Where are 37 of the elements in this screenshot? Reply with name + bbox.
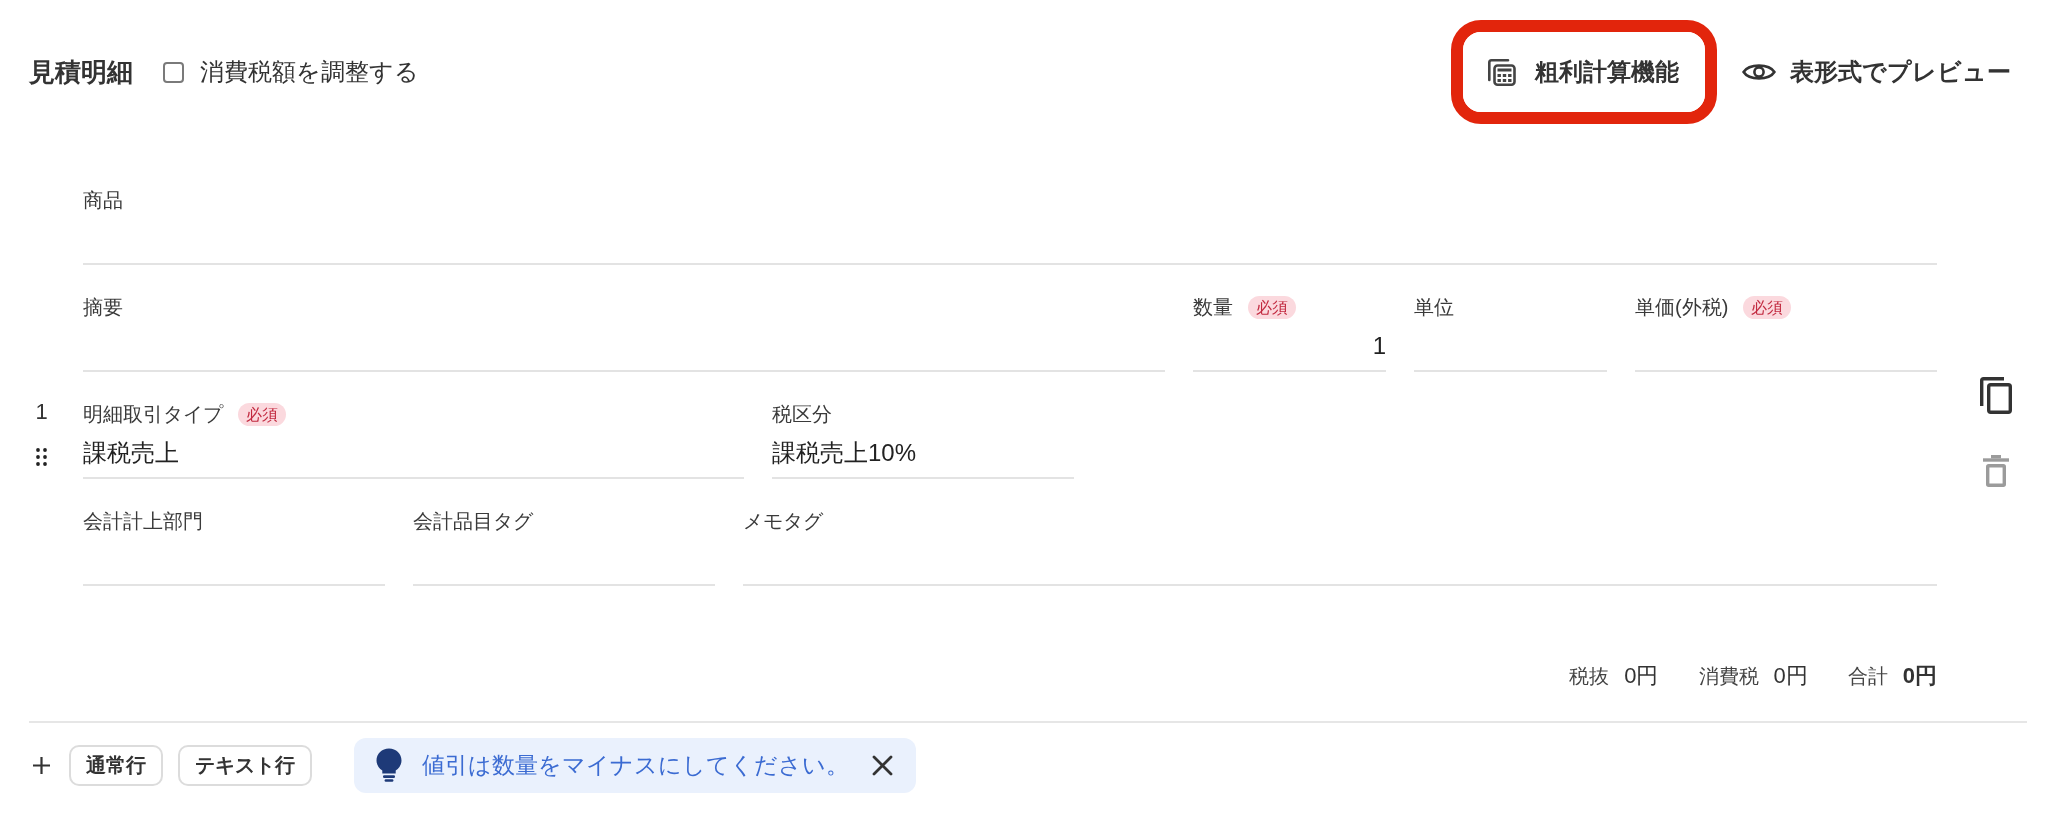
close-icon[interactable]: [872, 754, 893, 776]
amount-label: 税抜: [1569, 663, 1610, 689]
input-field[interactable]: 課税売上: [83, 434, 744, 479]
field-label: 明細取引タイプ: [83, 401, 223, 427]
amount-label: 消費税: [1698, 663, 1759, 689]
tip-text: 値引は数量をマイナスにしてください。: [422, 750, 849, 780]
field-label: 会計品目タグ: [413, 508, 533, 534]
lightbulb-icon: [376, 748, 402, 782]
amount-label: 合計: [1847, 663, 1888, 689]
calculator-icon: [1487, 58, 1516, 86]
field-label: メモタグ: [743, 508, 823, 534]
add-row-button[interactable]: テキスト行: [178, 744, 312, 786]
field-label: 単価(外税): [1635, 294, 1729, 320]
add-row-button[interactable]: 通常行: [69, 744, 163, 786]
copy-icon[interactable]: [1979, 376, 2013, 414]
gross-profit-button[interactable]: 粗利計算機能: [1463, 32, 1705, 112]
section-title: 見積明細: [29, 55, 133, 89]
required-badge: 必須: [1248, 295, 1296, 319]
field-label: 会計計上部門: [83, 508, 203, 534]
plus-icon[interactable]: [33, 756, 50, 774]
checkbox-label[interactable]: 消費税額を調整する: [200, 56, 419, 88]
amount-value: 0円: [1624, 662, 1659, 690]
amount-value: 0円: [1773, 662, 1808, 690]
required-badge: 必須: [238, 402, 286, 426]
required-badge: 必須: [1743, 295, 1792, 319]
field-label: 商品: [83, 187, 123, 213]
input-field[interactable]: 課税売上10%: [772, 434, 1074, 479]
input-field[interactable]: 1: [1193, 327, 1386, 372]
drag-handle-icon[interactable]: [36, 448, 47, 466]
amount-value: 0円: [1902, 662, 1937, 690]
row-number: 1: [35, 398, 48, 426]
checkbox[interactable]: [163, 61, 184, 83]
field-label: 税区分: [772, 401, 832, 427]
field-label: 摘要: [83, 294, 123, 320]
field-label: 数量: [1193, 294, 1233, 320]
field-label: 単位: [1414, 294, 1454, 320]
eye-icon: [1742, 61, 1776, 83]
